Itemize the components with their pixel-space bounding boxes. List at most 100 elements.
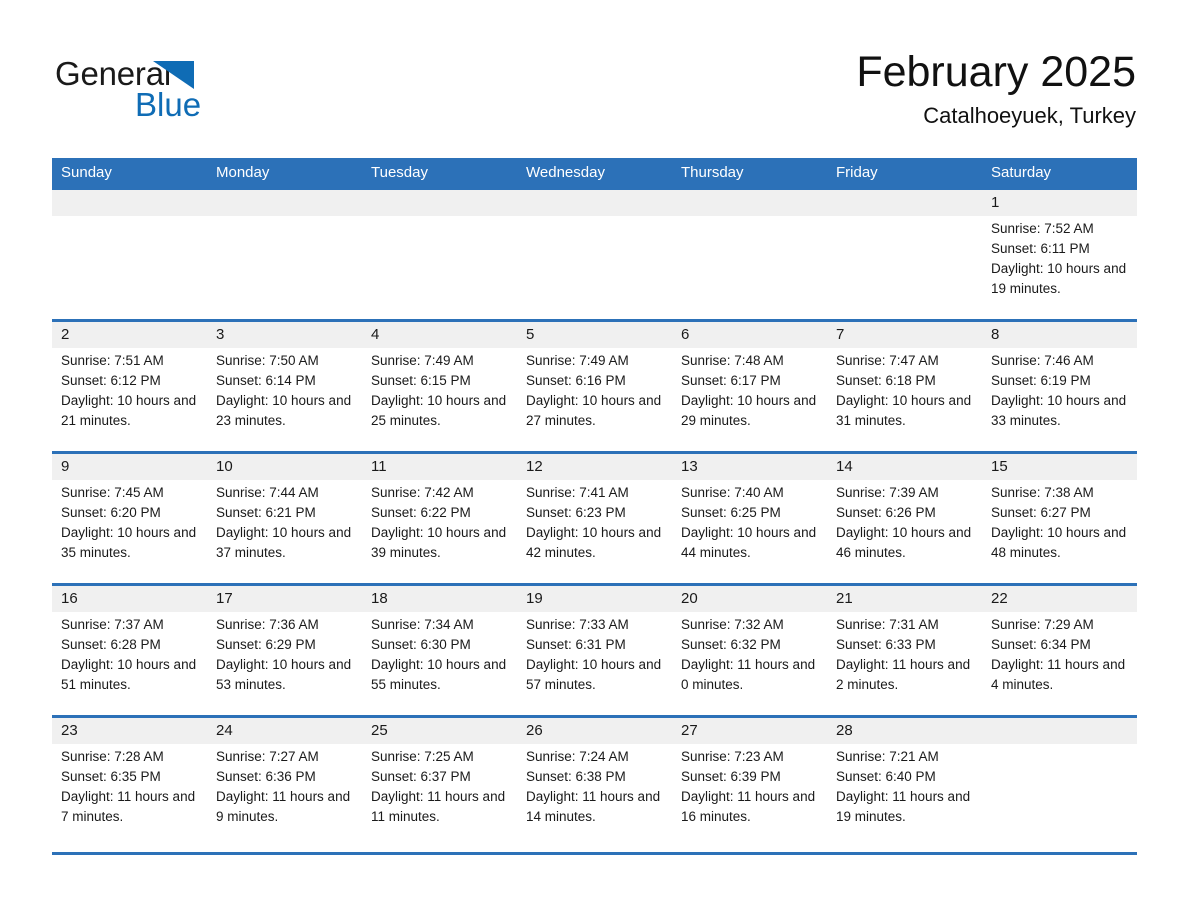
day-number: 28 xyxy=(836,722,853,739)
sunrise-text: Sunrise: 7:39 AM xyxy=(836,485,939,500)
sunset-text: Sunset: 6:14 PM xyxy=(216,373,316,388)
day-cell[interactable]: 23 Sunrise: 7:28 AM Sunset: 6:35 PM Dayl… xyxy=(52,718,207,847)
day-details: Sunrise: 7:42 AM Sunset: 6:22 PM Dayligh… xyxy=(371,483,513,563)
day-cell[interactable]: 11 Sunrise: 7:42 AM Sunset: 6:22 PM Dayl… xyxy=(362,454,517,583)
day-cell[interactable] xyxy=(52,190,207,319)
day-cell[interactable]: 8 Sunrise: 7:46 AM Sunset: 6:19 PM Dayli… xyxy=(982,322,1137,451)
daylight-text: Daylight: 11 hours and 11 minutes. xyxy=(371,789,506,824)
daylight-text: Daylight: 11 hours and 19 minutes. xyxy=(836,789,971,824)
day-details: Sunrise: 7:23 AM Sunset: 6:39 PM Dayligh… xyxy=(681,747,823,827)
day-cell[interactable]: 6 Sunrise: 7:48 AM Sunset: 6:17 PM Dayli… xyxy=(672,322,827,451)
day-details: Sunrise: 7:28 AM Sunset: 6:35 PM Dayligh… xyxy=(61,747,203,827)
calendar-page: General Blue February 2025 Catalhoeyuek,… xyxy=(0,0,1188,918)
daylight-text: Daylight: 10 hours and 21 minutes. xyxy=(61,393,197,428)
daylight-text: Daylight: 10 hours and 25 minutes. xyxy=(371,393,507,428)
day-details: Sunrise: 7:32 AM Sunset: 6:32 PM Dayligh… xyxy=(681,615,823,695)
day-details: Sunrise: 7:49 AM Sunset: 6:16 PM Dayligh… xyxy=(526,351,668,431)
sunset-text: Sunset: 6:30 PM xyxy=(371,637,471,652)
day-cell[interactable]: 1 Sunrise: 7:52 AM Sunset: 6:11 PM Dayli… xyxy=(982,190,1137,319)
day-number: 20 xyxy=(681,590,698,607)
page-title: February 2025 xyxy=(856,48,1136,96)
day-cell[interactable]: 15 Sunrise: 7:38 AM Sunset: 6:27 PM Dayl… xyxy=(982,454,1137,583)
sunrise-text: Sunrise: 7:50 AM xyxy=(216,353,319,368)
day-cell[interactable] xyxy=(517,190,672,319)
day-number: 13 xyxy=(681,458,698,475)
day-number: 27 xyxy=(681,722,698,739)
day-cell[interactable] xyxy=(672,190,827,319)
day-number: 3 xyxy=(216,326,225,343)
day-number: 14 xyxy=(836,458,853,475)
sunset-text: Sunset: 6:17 PM xyxy=(681,373,781,388)
day-details: Sunrise: 7:48 AM Sunset: 6:17 PM Dayligh… xyxy=(681,351,823,431)
day-details: Sunrise: 7:44 AM Sunset: 6:21 PM Dayligh… xyxy=(216,483,358,563)
day-number: 21 xyxy=(836,590,853,607)
day-cell[interactable]: 18 Sunrise: 7:34 AM Sunset: 6:30 PM Dayl… xyxy=(362,586,517,715)
day-cell[interactable]: 26 Sunrise: 7:24 AM Sunset: 6:38 PM Dayl… xyxy=(517,718,672,847)
week-row: 2 Sunrise: 7:51 AM Sunset: 6:12 PM Dayli… xyxy=(52,319,1137,451)
day-cell[interactable]: 2 Sunrise: 7:51 AM Sunset: 6:12 PM Dayli… xyxy=(52,322,207,451)
daylight-text: Daylight: 10 hours and 44 minutes. xyxy=(681,525,817,560)
day-cell[interactable]: 21 Sunrise: 7:31 AM Sunset: 6:33 PM Dayl… xyxy=(827,586,982,715)
day-cell[interactable]: 28 Sunrise: 7:21 AM Sunset: 6:40 PM Dayl… xyxy=(827,718,982,847)
sunrise-text: Sunrise: 7:41 AM xyxy=(526,485,629,500)
daylight-text: Daylight: 10 hours and 55 minutes. xyxy=(371,657,507,692)
day-cell[interactable] xyxy=(362,190,517,319)
day-cell[interactable]: 10 Sunrise: 7:44 AM Sunset: 6:21 PM Dayl… xyxy=(207,454,362,583)
day-details: Sunrise: 7:27 AM Sunset: 6:36 PM Dayligh… xyxy=(216,747,358,827)
day-cell[interactable] xyxy=(207,190,362,319)
day-cell[interactable]: 5 Sunrise: 7:49 AM Sunset: 6:16 PM Dayli… xyxy=(517,322,672,451)
day-number: 7 xyxy=(836,326,845,343)
daylight-text: Daylight: 10 hours and 31 minutes. xyxy=(836,393,972,428)
daylight-text: Daylight: 10 hours and 35 minutes. xyxy=(61,525,197,560)
sunrise-text: Sunrise: 7:24 AM xyxy=(526,749,629,764)
weekday-header-friday: Friday xyxy=(836,164,878,181)
day-cell[interactable]: 24 Sunrise: 7:27 AM Sunset: 6:36 PM Dayl… xyxy=(207,718,362,847)
day-cell[interactable]: 27 Sunrise: 7:23 AM Sunset: 6:39 PM Dayl… xyxy=(672,718,827,847)
day-cell[interactable]: 16 Sunrise: 7:37 AM Sunset: 6:28 PM Dayl… xyxy=(52,586,207,715)
day-number: 16 xyxy=(61,590,78,607)
day-cell[interactable]: 9 Sunrise: 7:45 AM Sunset: 6:20 PM Dayli… xyxy=(52,454,207,583)
sunset-text: Sunset: 6:12 PM xyxy=(61,373,161,388)
general-blue-logo: General Blue xyxy=(55,55,255,127)
triangle-icon xyxy=(153,61,194,89)
day-number: 8 xyxy=(991,326,1000,343)
sunrise-text: Sunrise: 7:27 AM xyxy=(216,749,319,764)
sunset-text: Sunset: 6:36 PM xyxy=(216,769,316,784)
day-cell[interactable]: 20 Sunrise: 7:32 AM Sunset: 6:32 PM Dayl… xyxy=(672,586,827,715)
day-cell[interactable] xyxy=(982,718,1137,847)
day-cell[interactable]: 4 Sunrise: 7:49 AM Sunset: 6:15 PM Dayli… xyxy=(362,322,517,451)
daylight-text: Daylight: 11 hours and 16 minutes. xyxy=(681,789,816,824)
day-details: Sunrise: 7:38 AM Sunset: 6:27 PM Dayligh… xyxy=(991,483,1133,563)
day-number: 1 xyxy=(991,194,1000,211)
day-cell[interactable]: 22 Sunrise: 7:29 AM Sunset: 6:34 PM Dayl… xyxy=(982,586,1137,715)
day-cell[interactable]: 7 Sunrise: 7:47 AM Sunset: 6:18 PM Dayli… xyxy=(827,322,982,451)
day-cell[interactable]: 13 Sunrise: 7:40 AM Sunset: 6:25 PM Dayl… xyxy=(672,454,827,583)
day-cell[interactable]: 25 Sunrise: 7:25 AM Sunset: 6:37 PM Dayl… xyxy=(362,718,517,847)
daylight-text: Daylight: 10 hours and 51 minutes. xyxy=(61,657,197,692)
day-details: Sunrise: 7:21 AM Sunset: 6:40 PM Dayligh… xyxy=(836,747,978,827)
day-number: 25 xyxy=(371,722,388,739)
day-details: Sunrise: 7:45 AM Sunset: 6:20 PM Dayligh… xyxy=(61,483,203,563)
day-number: 24 xyxy=(216,722,233,739)
day-cell[interactable]: 12 Sunrise: 7:41 AM Sunset: 6:23 PM Dayl… xyxy=(517,454,672,583)
day-number: 23 xyxy=(61,722,78,739)
week-row: 23 Sunrise: 7:28 AM Sunset: 6:35 PM Dayl… xyxy=(52,715,1137,847)
sunset-text: Sunset: 6:39 PM xyxy=(681,769,781,784)
day-number: 26 xyxy=(526,722,543,739)
sunset-text: Sunset: 6:31 PM xyxy=(526,637,626,652)
day-number: 12 xyxy=(526,458,543,475)
sunset-text: Sunset: 6:25 PM xyxy=(681,505,781,520)
day-cell[interactable]: 17 Sunrise: 7:36 AM Sunset: 6:29 PM Dayl… xyxy=(207,586,362,715)
day-cell[interactable] xyxy=(827,190,982,319)
sunrise-text: Sunrise: 7:31 AM xyxy=(836,617,939,632)
day-cell[interactable]: 3 Sunrise: 7:50 AM Sunset: 6:14 PM Dayli… xyxy=(207,322,362,451)
day-cell[interactable]: 19 Sunrise: 7:33 AM Sunset: 6:31 PM Dayl… xyxy=(517,586,672,715)
sunrise-text: Sunrise: 7:49 AM xyxy=(371,353,474,368)
sunrise-text: Sunrise: 7:32 AM xyxy=(681,617,784,632)
day-number: 2 xyxy=(61,326,70,343)
day-details: Sunrise: 7:52 AM Sunset: 6:11 PM Dayligh… xyxy=(991,219,1133,299)
day-number: 11 xyxy=(371,458,387,475)
title-block: February 2025 Catalhoeyuek, Turkey xyxy=(856,44,1136,130)
day-cell[interactable]: 14 Sunrise: 7:39 AM Sunset: 6:26 PM Dayl… xyxy=(827,454,982,583)
sunset-text: Sunset: 6:35 PM xyxy=(61,769,161,784)
